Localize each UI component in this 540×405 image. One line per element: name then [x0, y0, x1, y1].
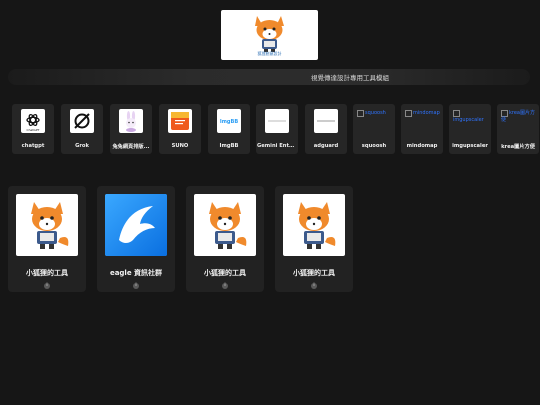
tool-rabbit-layout[interactable]: 兔兔網頁排版...: [110, 104, 152, 154]
tool-label: Gemini Enter...: [257, 143, 298, 149]
gemini-icon: [265, 109, 289, 133]
section-banner: [8, 69, 530, 85]
tool-label: squoosh: [361, 143, 387, 149]
imgbb-icon: ImgBB: [217, 109, 241, 133]
tool-adguard[interactable]: adguard: [305, 104, 347, 154]
tool-chatgpt[interactable]: ChatGPT chatgpt: [12, 104, 54, 154]
adguard-icon: [314, 109, 338, 133]
tool-label: imgupscaler: [452, 143, 488, 149]
tool-label: 兔兔網頁排版...: [112, 144, 150, 150]
tool-squoosh[interactable]: squoosh squoosh: [353, 104, 395, 154]
rabbit-icon: [119, 109, 143, 133]
card-title: 小狐狸的工具: [26, 269, 68, 277]
tool-card[interactable]: eagle 資訊社群 i: [97, 186, 175, 292]
tool-shortcut-row: ChatGPT chatgpt Grok 兔兔網頁排版... SUNO ImgB…: [12, 104, 540, 156]
tool-card[interactable]: 小狐狸的工具 i: [275, 186, 353, 292]
broken-image-icon: mindomap: [405, 110, 441, 117]
banner-title: 視覺傳達設計專用工具模組: [311, 74, 389, 82]
card-title: 小狐狸的工具: [204, 269, 246, 277]
info-icon[interactable]: i: [44, 283, 50, 289]
tool-card[interactable]: 小狐狸的工具 i: [186, 186, 264, 292]
openai-icon: ChatGPT: [21, 109, 45, 133]
tool-mindomap[interactable]: mindomap mindomap: [401, 104, 443, 154]
svg-text:ImgBB: ImgBB: [220, 119, 238, 125]
card-title: 小狐狸的工具: [293, 269, 335, 277]
fox-mascot-icon: [194, 194, 256, 256]
tool-label: chatgpt: [21, 143, 45, 149]
tool-krea[interactable]: krea圖片方便 krea圖片方便: [497, 104, 539, 154]
tool-label: SUNO: [171, 143, 189, 149]
tool-imgbb[interactable]: ImgBB ImgBB: [208, 104, 250, 154]
tool-card[interactable]: 小狐狸的工具 i: [8, 186, 86, 292]
site-logo[interactable]: 狐狸創意設計: [221, 10, 318, 60]
image-alt-text: squoosh: [365, 110, 386, 116]
tool-label: Grok: [75, 143, 89, 149]
tool-label: krea圖片方便: [501, 144, 535, 150]
card-title: eagle 資訊社群: [109, 269, 163, 277]
fox-mascot-icon: [16, 194, 78, 256]
eagle-icon: [105, 194, 167, 256]
broken-image-icon: squoosh: [357, 110, 393, 117]
broken-image-icon: krea圖片方便: [501, 110, 537, 123]
tool-label: ImgBB: [219, 143, 239, 149]
image-alt-text: imgupscaler: [453, 117, 484, 123]
svg-text:ChatGPT: ChatGPT: [27, 128, 40, 132]
fox-mascot-icon: [283, 194, 345, 256]
tool-gemini[interactable]: Gemini Enter...: [256, 104, 298, 154]
tool-suno[interactable]: SUNO: [159, 104, 201, 154]
tool-grok[interactable]: Grok: [61, 104, 103, 154]
logo-caption: 狐狸創意設計: [257, 51, 282, 56]
suno-icon: [168, 109, 192, 133]
tool-imgupscaler[interactable]: imgupscaler imgupscaler: [449, 104, 491, 154]
info-icon[interactable]: i: [311, 283, 317, 289]
grok-icon: [70, 109, 94, 133]
info-icon[interactable]: i: [222, 283, 228, 289]
tool-label: mindomap: [406, 143, 438, 149]
broken-image-icon: imgupscaler: [453, 110, 489, 123]
image-alt-text: mindomap: [413, 110, 440, 116]
tool-label: adguard: [313, 143, 339, 149]
info-icon[interactable]: i: [133, 283, 139, 289]
